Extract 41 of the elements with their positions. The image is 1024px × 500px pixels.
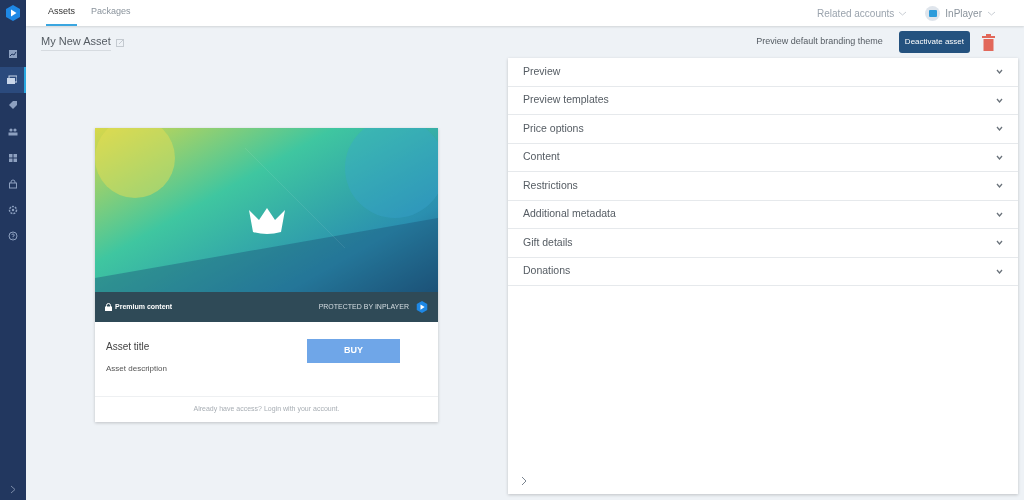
chevron-icon <box>996 154 1003 160</box>
assets-icon <box>7 75 17 85</box>
crown-icon <box>247 206 287 236</box>
accordion-header[interactable]: Restrictions <box>508 172 1018 201</box>
grid-icon <box>8 153 18 163</box>
accordion-header[interactable]: Content <box>508 143 1018 172</box>
sidebar-item[interactable] <box>0 67 26 93</box>
lock-icon <box>105 303 112 311</box>
users-icon <box>8 127 18 137</box>
chevron-right-icon[interactable] <box>521 476 527 486</box>
accordion-header[interactable]: Preview <box>508 58 1018 87</box>
asset-name[interactable]: My New Asset <box>41 32 111 52</box>
chevron-icon <box>996 268 1003 274</box>
avatar-icon <box>925 5 941 21</box>
logo-icon <box>416 301 428 313</box>
expand-icon[interactable] <box>10 485 16 494</box>
lock-icon <box>8 179 18 189</box>
tag-icon <box>8 101 18 111</box>
logo-icon[interactable] <box>5 5 21 21</box>
accordion-header[interactable]: Gift details <box>508 229 1018 258</box>
gear-icon <box>8 205 18 215</box>
tooltip: Deactivate asset <box>898 31 970 53</box>
chevron-icon <box>996 211 1003 217</box>
chart-icon <box>8 49 18 59</box>
caret-icon <box>898 10 908 16</box>
chevron-icon <box>996 69 1003 75</box>
accordion-header[interactable]: Preview templates <box>508 86 1018 115</box>
chevron-icon <box>996 183 1003 189</box>
accordion-header[interactable]: Price options <box>508 115 1018 144</box>
chevron-icon <box>996 126 1003 132</box>
chevron-icon <box>996 240 1003 246</box>
help-icon <box>8 231 18 241</box>
caret-icon <box>987 10 996 16</box>
trash-icon[interactable] <box>982 33 995 51</box>
chevron-icon <box>996 97 1003 103</box>
asset-title: Asset title <box>106 340 151 354</box>
accordion-header[interactable]: Donations <box>508 257 1018 286</box>
asset-description: Asset description <box>106 363 167 375</box>
tab[interactable]: Assets <box>46 0 77 26</box>
accordion-header[interactable]: Additional metadata <box>508 200 1018 229</box>
preview-theme-label: Preview default branding theme <box>756 35 883 49</box>
